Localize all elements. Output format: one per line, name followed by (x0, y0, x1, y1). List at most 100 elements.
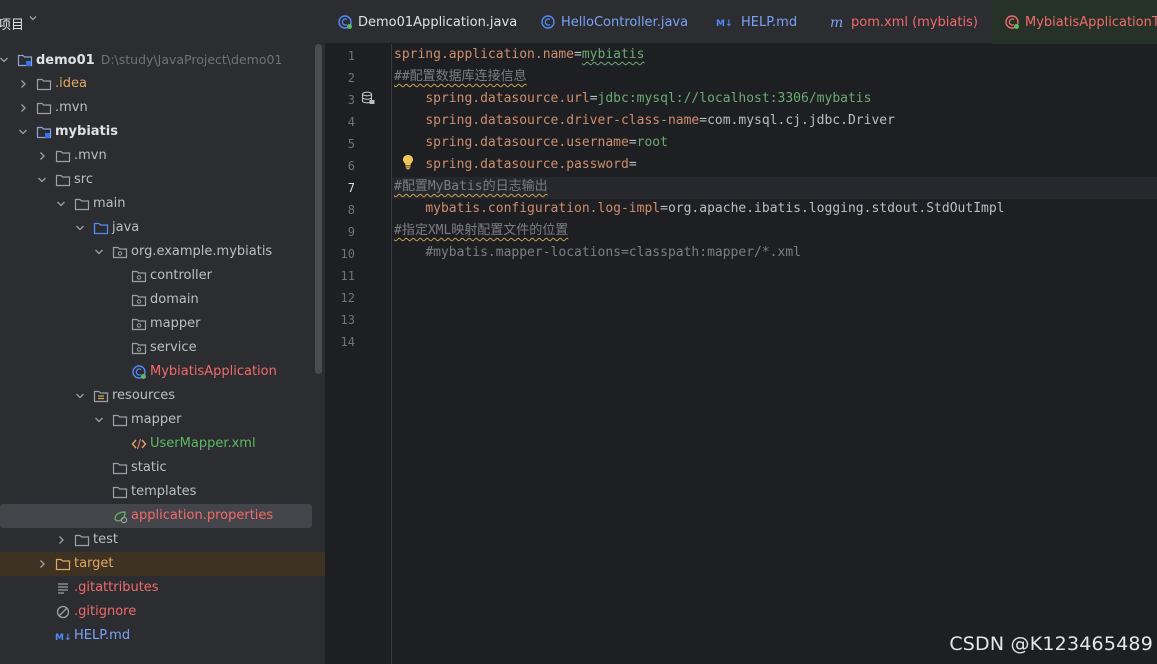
property-value: jdbc:mysql://localhost:3306/mybatis (597, 91, 872, 106)
tree-item-demo01[interactable]: demo01 D:\study\JavaProject\demo01 (0, 48, 318, 72)
chevron-down-icon[interactable] (93, 246, 105, 258)
tree-item-gitignore[interactable]: .gitignore (0, 600, 318, 624)
package-icon (131, 292, 147, 308)
chevron-down-icon[interactable] (28, 13, 38, 26)
property-key: spring.application.name (394, 47, 575, 62)
line-number: 6 (347, 159, 355, 173)
folder-icon (55, 148, 71, 164)
tree-item-target[interactable]: target (0, 552, 325, 576)
project-panel-header: 项目 (0, 0, 325, 44)
property-key: spring.datasource.url (425, 91, 590, 106)
tree-item-mapper-folder[interactable]: mapper (0, 408, 318, 432)
tree-item-controller[interactable]: controller (0, 264, 318, 288)
chevron-down-icon[interactable] (93, 414, 105, 426)
code-line-1: spring.application.name=mybiatis (394, 44, 644, 66)
tree-item-mybiatis[interactable]: mybiatis (0, 120, 318, 144)
database-icon[interactable] (361, 91, 375, 105)
tree-item-resources[interactable]: resources (0, 384, 318, 408)
code-line-3: spring.datasource.url=jdbc:mysql://local… (394, 88, 871, 110)
chevron-down-icon[interactable] (17, 126, 29, 138)
markdown-icon: M↓ (716, 14, 736, 30)
xml-file-icon (131, 436, 147, 452)
comment: #mybatis.mapper-locations=classpath:mapp… (425, 245, 801, 260)
source-folder-icon (93, 220, 109, 236)
code-line-10: #mybatis.mapper-locations=classpath:mapp… (394, 242, 801, 264)
tree-item-application-properties[interactable]: application.properties (0, 504, 312, 528)
code-line-9: #指定XML映射配置文件的位置 (394, 220, 568, 242)
chevron-down-icon[interactable] (36, 174, 48, 186)
tree-item-usermapper-xml[interactable]: UserMapper.xml (0, 432, 318, 456)
property-key: spring.datasource.password (425, 157, 629, 172)
tab-hellocontroller[interactable]: HelloController.java (540, 0, 688, 44)
tree-item-templates[interactable]: templates (0, 480, 318, 504)
tree-item-idea[interactable]: .idea (0, 72, 318, 96)
tab-demo01application[interactable]: Demo01Application.java (337, 0, 517, 44)
tree-item-label: static (131, 460, 167, 475)
tree-item-test[interactable]: test (0, 528, 318, 552)
tree-item-mybiatis-application[interactable]: MybiatisApplication (0, 360, 318, 384)
tree-item-package[interactable]: org.example.mybiatis (0, 240, 318, 264)
svg-text:M↓: M↓ (55, 633, 71, 643)
tab-pom-xml[interactable]: m pom.xml (mybiatis) (830, 0, 978, 44)
tree-item-label: org.example.mybiatis (131, 244, 273, 259)
tree-item-label: .gitignore (74, 604, 137, 619)
comment: #指定XML映射配置文件的位置 (394, 223, 569, 238)
chevron-right-icon[interactable] (17, 78, 29, 90)
tree-item-static[interactable]: static (0, 456, 318, 480)
chevron-right-icon[interactable] (36, 558, 48, 570)
project-panel-title[interactable]: 项目 (0, 14, 24, 33)
chevron-down-icon[interactable] (74, 390, 86, 402)
chevron-down-icon[interactable] (0, 54, 10, 66)
tree-item-mapper-package[interactable]: mapper (0, 312, 318, 336)
tree-item-label: .mvn (55, 100, 88, 115)
tree-item-gitattributes[interactable]: .gitattributes (0, 576, 318, 600)
tree-item-label: test (93, 532, 118, 547)
chevron-right-icon[interactable] (55, 534, 67, 546)
code-line-5: spring.datasource.username=root (394, 132, 668, 154)
spring-class-icon (131, 364, 147, 380)
markdown-icon: M↓ (55, 628, 71, 644)
line-number: 11 (340, 269, 355, 283)
tab-mybiatis-application-tests[interactable]: MybiatisApplicationTes (992, 0, 1157, 44)
tree-item-domain[interactable]: domain (0, 288, 318, 312)
spring-test-class-icon (1004, 14, 1020, 30)
tree-item-main[interactable]: main (0, 192, 318, 216)
property-equals: = (574, 47, 582, 62)
code-line-8: mybatis.configuration.log-impl=org.apach… (394, 198, 1004, 220)
module-folder-icon (36, 124, 52, 140)
line-number: 1 (347, 49, 355, 63)
code-editor[interactable]: 1 2 3 4 5 6 7 8 9 10 11 12 13 14 spring.… (325, 44, 1157, 664)
tree-item-mvn[interactable]: .mvn (0, 144, 318, 168)
folder-icon (74, 532, 90, 548)
svg-text:m: m (830, 15, 843, 30)
chevron-right-icon[interactable] (36, 150, 48, 162)
property-equals: = (628, 157, 637, 172)
project-panel: 项目 demo01 D:\study\JavaProject\demo01 .id… (0, 0, 325, 664)
property-equals: = (628, 135, 637, 150)
chevron-down-icon[interactable] (74, 222, 86, 234)
class-icon (540, 14, 556, 30)
tree-item-help-md[interactable]: M↓ HELP.md (0, 624, 318, 648)
line-number: 7 (347, 181, 355, 195)
comment: ##配置数据库连接信息 (394, 69, 527, 84)
line-number: 5 (347, 137, 355, 151)
property-key: mybatis.configuration.log-impl (425, 201, 661, 216)
tab-label: HelloController.java (561, 14, 689, 30)
tree-item-label: mapper (150, 316, 201, 331)
editor-tab-bar: Demo01Application.java HelloController.j… (325, 0, 1157, 44)
tab-help-md[interactable]: M↓ HELP.md (716, 0, 797, 44)
chevron-down-icon[interactable] (55, 198, 67, 210)
code-line-2: ##配置数据库连接信息 (394, 66, 527, 88)
tree-item-service[interactable]: service (0, 336, 318, 360)
tree-item-label: UserMapper.xml (150, 436, 256, 451)
property-key: spring.datasource.username (425, 135, 629, 150)
package-icon (131, 340, 147, 356)
line-number: 12 (340, 291, 355, 305)
property-equals: = (699, 113, 708, 128)
tree-item-src[interactable]: src (0, 168, 318, 192)
tree-item-mvn[interactable]: .mvn (0, 96, 318, 120)
spring-class-icon (337, 14, 353, 30)
text-file-icon (55, 580, 71, 596)
chevron-right-icon[interactable] (17, 102, 29, 114)
tree-item-java[interactable]: java (0, 216, 318, 240)
